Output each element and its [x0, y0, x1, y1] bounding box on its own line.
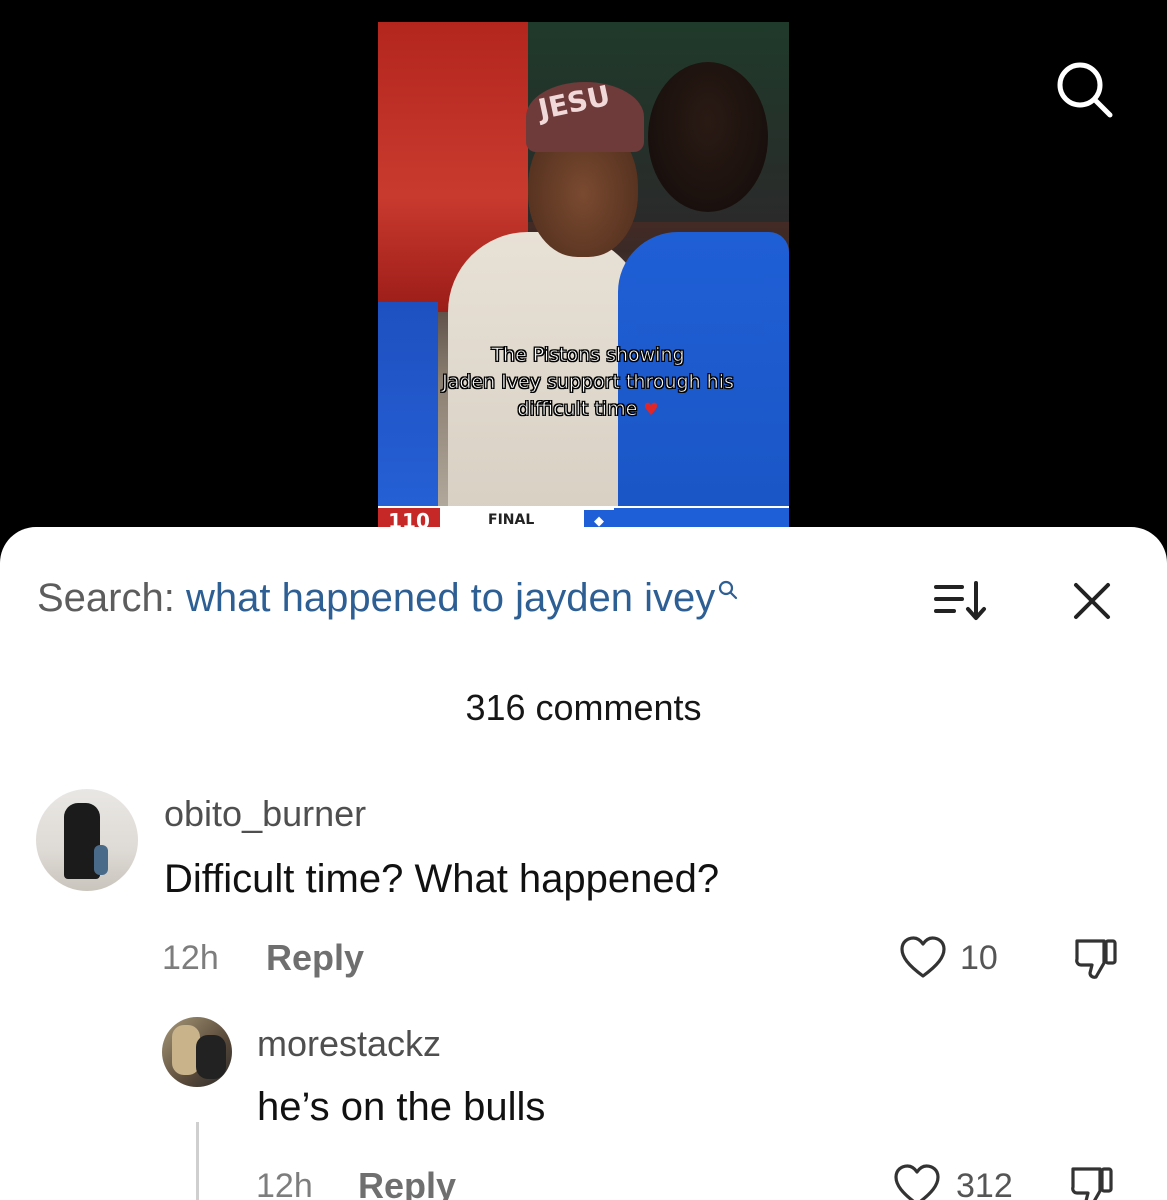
heart-icon[interactable]	[898, 933, 948, 983]
sort-icon[interactable]	[932, 579, 992, 623]
avatar-figure-small	[94, 845, 108, 875]
like-count: 10	[960, 939, 998, 977]
video-caption-line2: Jaden Ivey support through his	[442, 371, 734, 394]
tiktok-comments-screen: JESU The Pistons showing Jaden Ivey supp…	[0, 0, 1167, 1200]
like-count: 312	[956, 1167, 1013, 1200]
avatar-figure-second	[196, 1035, 226, 1079]
comments-count: 316 comments	[465, 687, 702, 728]
search-query-icon[interactable]	[717, 579, 739, 601]
reply-button[interactable]: Reply	[358, 1165, 456, 1200]
search-query-link[interactable]: what happened to jayden ivey	[186, 576, 715, 620]
video-player[interactable]: JESU The Pistons showing Jaden Ivey supp…	[378, 22, 789, 532]
thumbs-down-icon[interactable]	[1070, 933, 1122, 985]
comment-time: 12h	[162, 939, 219, 977]
search-label: Search:	[37, 576, 175, 620]
avatar[interactable]	[36, 789, 138, 891]
scorebar-status: FINAL	[488, 512, 535, 528]
comment-search-bar[interactable]: Search: what happened to jayden ivey	[37, 573, 739, 623]
video-caption-line3-text: difficult time	[517, 398, 638, 421]
video-blue-player-head	[648, 62, 768, 212]
close-icon[interactable]	[1070, 579, 1114, 623]
heart-icon[interactable]	[892, 1161, 942, 1200]
video-caption-line3: difficult time ♥	[408, 396, 768, 424]
comment-text: Difficult time? What happened?	[164, 857, 720, 901]
reply-button[interactable]: Reply	[266, 937, 364, 979]
heart-emoji-icon: ♥	[643, 400, 659, 420]
video-caption-line1: The Pistons showing	[491, 344, 685, 367]
video-caption: The Pistons showing Jaden Ivey support t…	[408, 342, 768, 424]
comment-username[interactable]: morestackz	[257, 1023, 441, 1065]
search-icon[interactable]	[1050, 55, 1120, 125]
thumbs-down-icon[interactable]	[1066, 1161, 1118, 1200]
comment-text: he’s on the bulls	[257, 1085, 546, 1129]
reply-thread-line	[196, 1122, 199, 1200]
comments-sheet: Search: what happened to jayden ivey 316…	[0, 527, 1167, 1200]
comment-time: 12h	[256, 1167, 313, 1200]
comment-username[interactable]: obito_burner	[164, 793, 366, 835]
avatar[interactable]	[162, 1017, 232, 1087]
